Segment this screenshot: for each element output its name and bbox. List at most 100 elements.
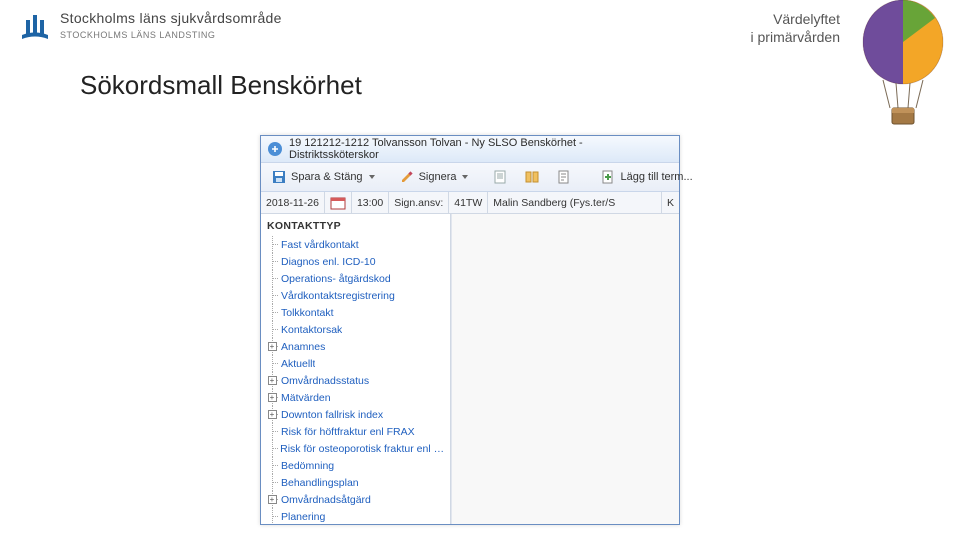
- tree-item[interactable]: Behandlingsplan: [265, 474, 450, 491]
- tree-item-label: Downton fallrisk index: [279, 409, 383, 421]
- tree-item[interactable]: +Mätvärden: [265, 389, 450, 406]
- tree-item[interactable]: +Anamnes: [265, 338, 450, 355]
- tree-item-label: Diagnos enl. ICD-10: [279, 256, 376, 268]
- tree-connector: +: [265, 406, 279, 423]
- window-title: 19 121212-1212 Tolvansson Tolvan - Ny SL…: [289, 137, 673, 161]
- tree-item[interactable]: Tolkkontakt: [265, 304, 450, 321]
- tree-item-label: Vårdkontaktsregistrering: [279, 290, 395, 302]
- k-dropdown[interactable]: K: [662, 192, 679, 213]
- tree-item[interactable]: Planering: [265, 508, 450, 524]
- tree-connector: [265, 508, 279, 524]
- toolbar-action-1[interactable]: [486, 167, 514, 187]
- calendar-button[interactable]: [325, 192, 352, 213]
- tree-connector: +: [265, 338, 279, 355]
- app-window: 19 121212-1212 Tolvansson Tolvan - Ny SL…: [260, 135, 680, 525]
- toolbar-action-2[interactable]: [518, 167, 546, 187]
- add-icon: [600, 169, 616, 185]
- chevron-down-icon: [369, 175, 375, 179]
- tree-connector: +: [265, 372, 279, 389]
- tree-connector: [265, 253, 279, 270]
- save-close-button[interactable]: Spara & Stäng: [265, 167, 381, 187]
- tagline-line2: i primärvården: [751, 28, 840, 46]
- keyword-tree: Fast vårdkontakt Diagnos enl. ICD-10 Opera…: [265, 236, 450, 524]
- columns-icon: [524, 169, 540, 185]
- signera-button[interactable]: Signera: [393, 167, 475, 187]
- tree-item-label: Operations- åtgärdskod: [279, 273, 391, 285]
- expand-icon[interactable]: +: [268, 342, 277, 351]
- tree-connector: [265, 321, 279, 338]
- page-icon: [556, 169, 572, 185]
- tree-item[interactable]: Fast vårdkontakt: [265, 236, 450, 253]
- tree-connector: [265, 440, 278, 457]
- expand-icon[interactable]: +: [268, 393, 277, 402]
- expand-icon[interactable]: +: [268, 410, 277, 419]
- tree-connector: [265, 270, 279, 287]
- sign-ansv-value[interactable]: 41TW: [449, 192, 488, 213]
- tree-connector: [265, 474, 279, 491]
- slide-header: Stockholms läns sjukvårdsområde STOCKHOL…: [0, 0, 960, 70]
- info-bar: 2018-11-26 13:00 Sign.ansv: 41TW Malin S…: [261, 192, 679, 214]
- lagg-till-label: Lägg till term...: [620, 171, 692, 183]
- chevron-down-icon: [462, 175, 468, 179]
- date-field[interactable]: 2018-11-26: [261, 192, 325, 213]
- tree-item-label: Risk för osteoporotisk fraktur enl FRAX: [278, 443, 450, 455]
- tree-item[interactable]: +Omvårdnadsåtgärd: [265, 491, 450, 508]
- tree-connector: [265, 423, 279, 440]
- tree-pane: KONTAKTTYP Fast vårdkontakt Diagnos enl. …: [261, 214, 451, 524]
- org-name: Stockholms läns sjukvårdsområde: [60, 10, 282, 26]
- tree-item-label: Aktuellt: [279, 358, 315, 370]
- window-icon: [267, 141, 283, 157]
- tree-item-label: Anamnes: [279, 341, 325, 353]
- content-pane: [451, 214, 679, 524]
- expand-icon[interactable]: +: [268, 495, 277, 504]
- tree-item[interactable]: Aktuellt: [265, 355, 450, 372]
- tree-item-label: Omvårdnadsstatus: [279, 375, 369, 387]
- window-titlebar: 19 121212-1212 Tolvansson Tolvan - Ny SL…: [261, 136, 679, 162]
- save-icon: [271, 169, 287, 185]
- tree-item-label: Tolkkontakt: [279, 307, 334, 319]
- slide-title: Sökordsmall Benskörhet: [80, 70, 362, 101]
- tree-item-label: Risk för höftfraktur enl FRAX: [279, 426, 415, 438]
- tree-item[interactable]: +Downton fallrisk index: [265, 406, 450, 423]
- tree-connector: [265, 304, 279, 321]
- tree-item[interactable]: +Omvårdnadsstatus: [265, 372, 450, 389]
- tree-connector: +: [265, 491, 279, 508]
- tree-connector: [265, 355, 279, 372]
- tree-item-label: Fast vårdkontakt: [279, 239, 359, 251]
- org-logo: Stockholms läns sjukvårdsområde STOCKHOL…: [20, 10, 282, 40]
- tree-item-label: Mätvärden: [279, 392, 331, 404]
- user-field[interactable]: Malin Sandberg (Fys.ter/S: [488, 192, 662, 213]
- tree-connector: [265, 457, 279, 474]
- tree-item[interactable]: Operations- åtgärdskod: [265, 270, 450, 287]
- tree-item[interactable]: Bedömning: [265, 457, 450, 474]
- org-subtitle: STOCKHOLMS LÄNS LANDSTING: [60, 30, 282, 40]
- expand-icon[interactable]: +: [268, 376, 277, 385]
- signera-label: Signera: [419, 171, 457, 183]
- toolbar: Spara & Stäng Signera Lägg till term...: [261, 162, 679, 192]
- tree-item-label: Behandlingsplan: [279, 477, 359, 489]
- time-field[interactable]: 13:00: [352, 192, 389, 213]
- tagline: Värdelyftet i primärvården: [751, 10, 840, 46]
- sign-ansv-label: Sign.ansv:: [389, 192, 449, 213]
- tree-item[interactable]: Risk för osteoporotisk fraktur enl FRAX: [265, 440, 450, 457]
- toolbar-action-3[interactable]: [550, 167, 578, 187]
- document-icon: [492, 169, 508, 185]
- tree-item-label: Omvårdnadsåtgärd: [279, 494, 371, 506]
- tree-item[interactable]: Risk för höftfraktur enl FRAX: [265, 423, 450, 440]
- window-body: KONTAKTTYP Fast vårdkontakt Diagnos enl. …: [261, 214, 679, 524]
- pencil-icon: [399, 169, 415, 185]
- tree-section-heading: KONTAKTTYP: [265, 218, 450, 236]
- landsting-logo-icon: [20, 10, 50, 40]
- tree-item-label: Kontaktorsak: [279, 324, 342, 336]
- lagg-till-term-button[interactable]: Lägg till term...: [594, 167, 698, 187]
- tree-connector: +: [265, 389, 279, 406]
- tree-item[interactable]: Diagnos enl. ICD-10: [265, 253, 450, 270]
- tree-item-label: Planering: [279, 511, 325, 523]
- tree-item[interactable]: Vårdkontaktsregistrering: [265, 287, 450, 304]
- tagline-line1: Värdelyftet: [751, 10, 840, 28]
- calendar-icon: [330, 196, 346, 210]
- tree-item[interactable]: Kontaktorsak: [265, 321, 450, 338]
- tree-connector: [265, 287, 279, 304]
- save-close-label: Spara & Stäng: [291, 171, 363, 183]
- balloon-image: [858, 0, 948, 135]
